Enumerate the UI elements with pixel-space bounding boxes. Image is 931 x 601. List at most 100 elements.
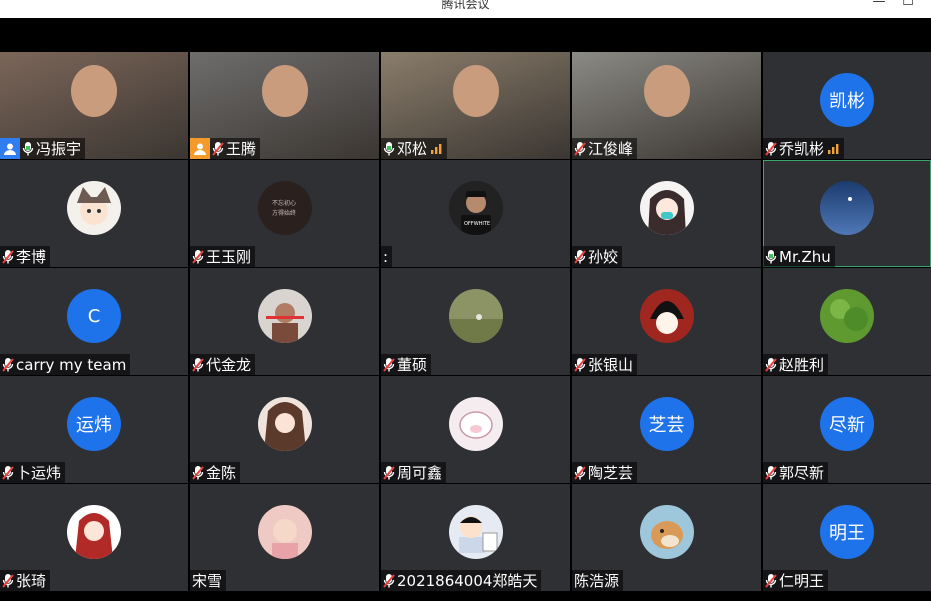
participant-tile[interactable]: Ccarry my team [0,268,188,375]
microphone-muted-icon [574,357,586,373]
participant-tile[interactable]: 周可鑫 [381,376,570,483]
participant-name: 董硕 [397,356,428,374]
top-bar [0,18,931,52]
participant-tile[interactable]: 金陈 [190,376,379,483]
participant-name: 代金龙 [206,356,252,374]
participant-tile[interactable]: 凯彬乔凯彬 [763,52,931,159]
masked-girl-avatar [639,181,694,236]
microphone-muted-icon [383,573,395,589]
participant-name: 宋雪 [192,572,223,590]
video-feed [261,64,308,117]
name-label-bar: 张琦 [0,570,51,591]
participant-name: 张琦 [16,572,47,590]
participant-name: 陈浩源 [574,572,620,590]
grass-field-avatar [448,289,503,344]
microphone-muted-icon [383,465,395,481]
microphone-muted-icon [192,357,204,373]
microphone-muted-icon [383,357,395,373]
video-feed [71,64,117,117]
calligraphy-avatar: 不忘初心 方得始终 [257,181,312,236]
name-label-bar: 江俊峰 [572,138,638,159]
participant-tile[interactable]: 李博 [0,160,188,267]
participant-name: carry my team [16,355,127,374]
name-label-bar: 代金龙 [190,354,256,375]
participant-tile[interactable]: 明王仁明王 [763,484,931,591]
participant-name: 2021864004郑皓天 [397,572,538,590]
participant-name: 仁明王 [779,572,825,590]
participant-tile[interactable]: Mr.Zhu [763,160,931,267]
avatar: 尽新 [820,397,874,452]
participant-tile[interactable]: 不忘初心 方得始终 王玉刚 [190,160,379,267]
participant-tile[interactable]: 邓松 [381,52,570,159]
avatar: 凯彬 [820,73,874,128]
participant-name: 卜运炜 [16,464,62,482]
participant-tile[interactable]: 2021864004郑皓天 [381,484,570,591]
anime-boy-avatar [639,289,694,344]
name-label-bar: 宋雪 [190,570,227,591]
participant-name: 冯振宇 [36,140,82,158]
name-label-bar: 王玉刚 [190,246,256,267]
video-feed [452,64,499,117]
microphone-muted-icon [574,141,586,157]
participant-tile[interactable]: 董硕 [381,268,570,375]
name-label-bar: 赵胜利 [763,354,829,375]
svg-text:OFFWHITE: OFFWHITE [464,221,490,227]
name-label-bar: 孙姣 [572,246,623,267]
name-label-bar: 王腾 [190,138,261,159]
cat-girl-avatar [67,181,121,236]
maximize-button[interactable]: ☐ [899,0,917,12]
participant-name: 李博 [16,248,47,266]
participant-tile[interactable]: 冯振宇 [0,52,188,159]
name-label-bar: 周可鑫 [381,462,447,483]
minimize-button[interactable]: — [870,0,888,12]
title-bar: 腾讯会议 — ☐ [0,0,931,18]
shiba-dog-avatar [639,505,694,560]
microphone-on-icon [765,249,777,265]
night-sky-avatar [820,181,874,236]
participant-name: 乔凯彬 [779,140,825,158]
name-label-bar: : [381,246,393,267]
svg-text:不忘初心: 不忘初心 [272,199,296,207]
participant-tile[interactable]: 尽新郭尽新 [763,376,931,483]
participant-name: 陶芝芸 [588,464,634,482]
participant-tile[interactable]: 运炜 卜运炜 [0,376,188,483]
participant-name: Mr.Zhu [779,247,831,266]
video-grid: 冯振宇 王腾 邓松 江俊峰 凯彬 乔凯彬 李博 不忘初心 方得始终 王玉刚 OFFWHITE: 孙姣 M… [0,52,931,593]
crayon-shin-avatar [448,505,503,560]
avatar: 芝芸 [639,397,694,452]
signal-strength-icon [431,140,443,158]
participant-name: 王玉刚 [206,248,252,266]
name-label-bar: carry my team [0,354,131,375]
bottom-bar [0,593,931,601]
baby-photo-avatar [257,505,312,560]
participant-tile[interactable]: 孙姣 [572,160,761,267]
microphone-muted-icon [765,465,777,481]
name-label-bar: 李博 [0,246,51,267]
participant-name: 郭尽新 [779,464,825,482]
participant-name: 张银山 [588,356,634,374]
participant-tile[interactable]: 代金龙 [190,268,379,375]
participant-tile[interactable]: 江俊峰 [572,52,761,159]
microphone-muted-icon [574,249,586,265]
participant-tile[interactable]: 张琦 [0,484,188,591]
avatar: 明王 [820,505,874,560]
participant-tile[interactable]: 王腾 [190,52,379,159]
participant-tile[interactable]: 宋雪 [190,484,379,591]
participant-name: 王腾 [226,140,257,158]
participant-tile[interactable]: OFFWHITE: [381,160,570,267]
participant-tile[interactable]: 张银山 [572,268,761,375]
participant-tile[interactable]: 芝芸 陶芝芸 [572,376,761,483]
name-label-bar: 陈浩源 [572,570,624,591]
microphone-on-icon [383,141,395,157]
green-plant-avatar [820,289,874,344]
participant-name: 金陈 [206,464,237,482]
cohost-badge-icon [190,138,210,159]
participant-tile[interactable]: 陈浩源 [572,484,761,591]
microphone-muted-icon [192,249,204,265]
participant-tile[interactable]: 赵胜利 [763,268,931,375]
microphone-on-icon [22,141,34,157]
microphone-muted-icon [212,141,224,157]
name-label-bar: 金陈 [190,462,241,483]
microphone-muted-icon [2,249,14,265]
microphone-muted-icon [765,141,777,157]
